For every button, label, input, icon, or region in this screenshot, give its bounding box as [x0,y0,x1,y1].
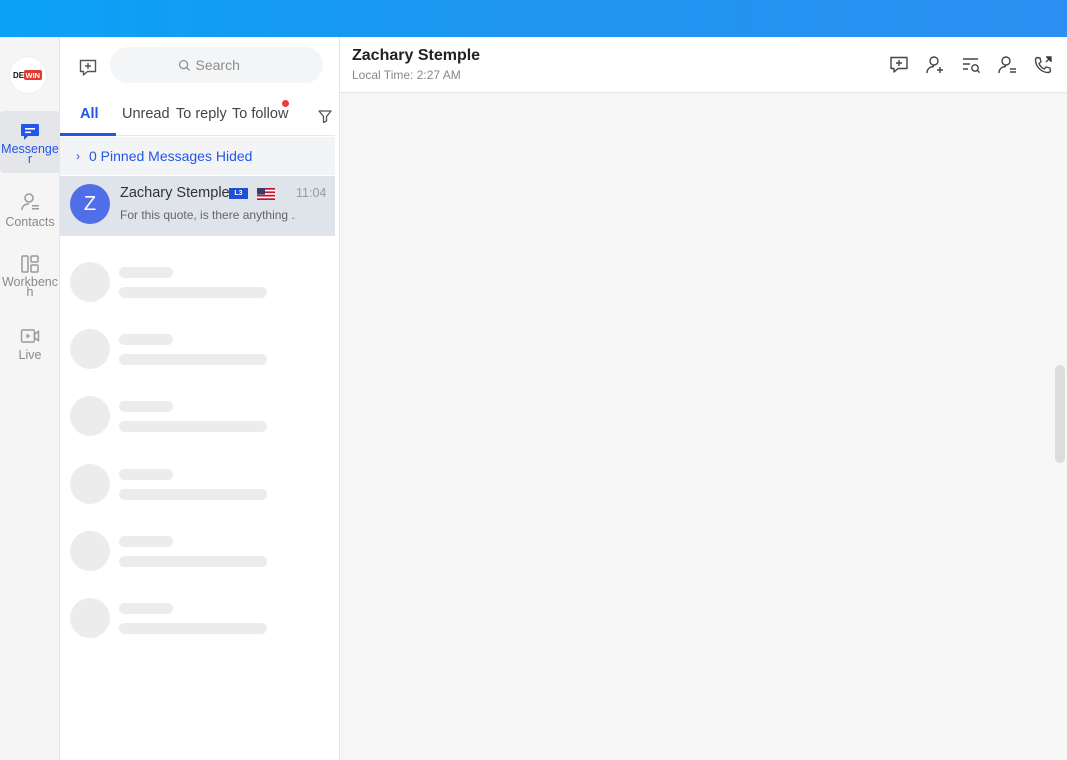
message-time: 11:04 [296,186,327,200]
filter-icon[interactable] [317,108,333,124]
search-box[interactable] [110,47,323,83]
us-flag-icon [257,188,275,200]
rail-item-messenger[interactable]: Messenger [0,111,60,173]
pinned-messages-toggle[interactable]: › 0 Pinned Messages Hided [60,137,335,175]
rail-item-live[interactable]: Live [0,327,60,367]
tab-to-follow[interactable]: To follow [232,106,288,122]
level-badge: L3 [229,188,248,199]
new-chat-icon[interactable] [78,58,98,78]
rail-item-workbench[interactable]: Workbench [0,254,60,304]
search-icon [178,59,190,71]
add-user-icon[interactable] [924,54,946,76]
tab-all[interactable]: All [80,106,99,122]
call-icon[interactable] [1032,54,1054,76]
rail-item-label: Live [18,348,42,362]
panel-header [60,37,340,94]
avatar: Z [70,184,110,224]
message-icon [21,124,39,140]
active-tab-indicator [60,133,116,136]
loading-placeholder [60,531,335,591]
window-top-bar [0,0,1067,37]
chevron-right-icon: › [76,149,80,163]
conversation-panel: All Unread To reply To follow › 0 Pinned… [60,37,340,760]
rail-item-label: Workbench [1,275,59,299]
local-time: Local Time: 2:27 AM [352,68,461,82]
svg-text:DE: DE [13,71,25,80]
tab-unread[interactable]: Unread [122,106,170,122]
tab-to-reply[interactable]: To reply [176,106,227,122]
chat-title: Zachary Stemple [352,47,481,64]
conversation-item[interactable]: Z Zachary Stemple L3 11:04 For this quot… [60,176,335,236]
dewin-logo-icon: DE WIN [13,70,42,80]
rail-item-label: Messenger [1,142,59,166]
live-video-icon [20,329,40,343]
chat-header: Zachary Stemple Local Time: 2:27 AM [340,37,1067,93]
left-nav-rail: DE WIN Messenger Contacts Workbench Live [0,37,60,760]
svg-text:WIN: WIN [26,71,41,80]
search-input[interactable] [195,57,256,73]
app-logo: DE WIN [10,57,46,93]
message-preview: For this quote, is there anything ... [120,208,296,222]
search-messages-icon[interactable] [960,54,982,76]
pinned-messages-label: 0 Pinned Messages Hided [89,148,253,164]
filter-tabs: All Unread To reply To follow [60,94,335,136]
loading-placeholder [60,329,335,389]
loading-placeholder [60,262,335,322]
scrollbar[interactable] [1055,365,1065,463]
loading-placeholder [60,598,335,658]
workbench-icon [21,255,39,273]
user-settings-icon[interactable] [996,54,1018,76]
add-comment-icon[interactable] [888,54,910,76]
contact-name: Zachary Stemple [120,185,230,201]
unread-dot [282,100,289,107]
rail-item-contacts[interactable]: Contacts [0,192,60,232]
rail-item-label: Contacts [5,215,55,229]
contacts-icon [21,193,39,211]
loading-placeholder [60,396,335,456]
loading-placeholder [60,464,335,524]
chat-area: Zachary Stemple Local Time: 2:27 AM [340,37,1067,760]
